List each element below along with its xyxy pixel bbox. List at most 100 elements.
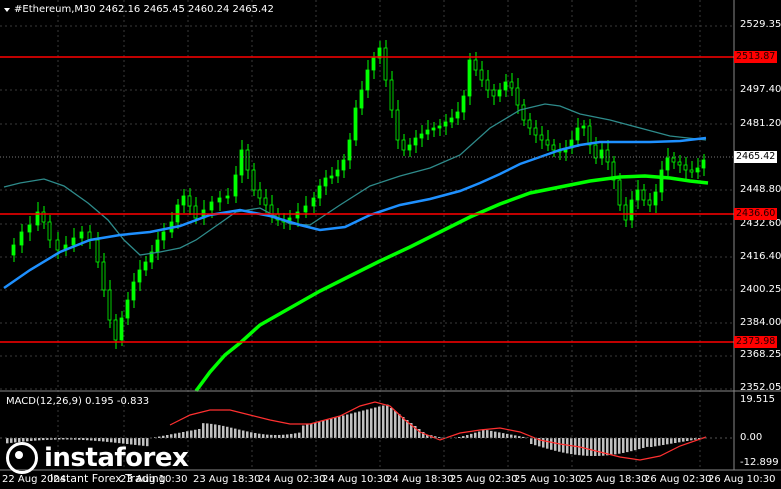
macd-bar [498, 432, 501, 438]
macd-bar [194, 429, 197, 438]
macd-bar [246, 431, 249, 438]
macd-bar [646, 438, 649, 447]
macd-bar [378, 406, 381, 438]
macd-axis-max: 19.515 [740, 394, 775, 405]
price-tick: 2368.25 [740, 349, 781, 360]
macd-bar [242, 430, 245, 438]
candle-body [491, 89, 496, 97]
macd-bar [186, 431, 189, 438]
macd-bar [294, 433, 297, 438]
macd-bar [326, 419, 329, 438]
macd-bar [554, 438, 557, 451]
candle-body [701, 159, 706, 169]
macd-bar [530, 438, 533, 444]
macd-bar [250, 432, 253, 438]
price-tick: 2416.40 [740, 251, 781, 262]
macd-bar [494, 431, 497, 438]
candle-body [689, 169, 694, 173]
candle-body [509, 81, 514, 89]
macd-bar [350, 413, 353, 438]
candle-body [389, 79, 394, 111]
candle-body [443, 121, 448, 127]
candle-body [245, 149, 250, 171]
instaforex-logo: instaforex Instant Forex Trading [6, 442, 189, 485]
candle-body [497, 89, 502, 97]
macd-bar [682, 438, 685, 442]
macd-bar [62, 438, 65, 440]
candle-body [113, 319, 118, 341]
time-tick: 26 Aug 02:30 [644, 474, 712, 485]
time-tick: 25 Aug 10:30 [514, 474, 582, 485]
macd-bar [462, 436, 465, 438]
chart-title: #Ethereum,M30 2462.16 2465.45 2460.24 24… [14, 4, 274, 15]
macd-bar [210, 423, 213, 438]
candle-body [659, 169, 664, 193]
candle-body [617, 179, 622, 206]
macd-bar [366, 409, 369, 438]
macd-bar [370, 408, 373, 438]
candle-body [217, 197, 222, 203]
candle-body [413, 137, 418, 146]
candle-body [155, 239, 160, 253]
candle-body [107, 289, 112, 321]
macd-bar [630, 438, 633, 452]
candle-body [587, 125, 592, 146]
macd-bar [354, 412, 357, 438]
macd-bar [306, 424, 309, 438]
time-tick: 26 Aug 10:30 [708, 474, 776, 485]
macd-bar [374, 407, 377, 438]
candle-body [437, 125, 442, 129]
candle-body [11, 244, 16, 256]
macd-bar [362, 410, 365, 438]
macd-bar [650, 438, 653, 447]
candle-body [485, 79, 490, 91]
candle-body [181, 195, 186, 206]
candle-body [677, 161, 682, 166]
price-tick: 2448.80 [740, 184, 781, 195]
candle-body [527, 119, 532, 129]
macd-bar [590, 438, 593, 456]
candle-body [225, 195, 230, 199]
candle-body [671, 157, 676, 163]
candle-body [295, 211, 300, 219]
macd-bar [282, 434, 285, 438]
candle-body [193, 205, 198, 219]
candle-body [143, 261, 148, 271]
macd-bar [586, 438, 589, 456]
price-tick: 2529.35 [740, 19, 781, 30]
candle-body [239, 149, 244, 176]
price-tick: 2352.05 [740, 382, 781, 393]
macd-bar [258, 433, 261, 438]
macd-bar [634, 438, 637, 451]
price-chart[interactable] [0, 0, 781, 489]
candle-body [467, 59, 472, 97]
macd-bar [298, 432, 301, 438]
candle-body [545, 139, 550, 146]
macd-bar [314, 422, 317, 438]
macd-bar [654, 438, 657, 447]
resistance-price-label: 2513.87 [734, 51, 778, 63]
macd-bar [486, 430, 489, 438]
macd-bar [658, 438, 661, 446]
macd-bar [162, 435, 165, 438]
candle-body [695, 167, 700, 173]
candle-body [371, 57, 376, 71]
candle-body [533, 127, 538, 136]
macd-bar [642, 438, 645, 449]
candle-body [575, 127, 580, 141]
candle-body [449, 117, 454, 123]
support-1-price-label: 2436.60 [734, 208, 778, 220]
candle-body [683, 164, 688, 171]
candle-body [473, 59, 478, 71]
candle-body [263, 197, 268, 206]
candle-body [131, 281, 136, 301]
candle-body [303, 205, 308, 213]
candle-body [95, 239, 100, 263]
macd-bar [206, 423, 209, 438]
candle-body [137, 269, 142, 283]
candle-body [353, 107, 358, 141]
chart-menu-arrow-icon[interactable] [4, 8, 10, 12]
candle-body [593, 144, 598, 159]
macd-bar [310, 423, 313, 438]
macd-bar [342, 415, 345, 438]
